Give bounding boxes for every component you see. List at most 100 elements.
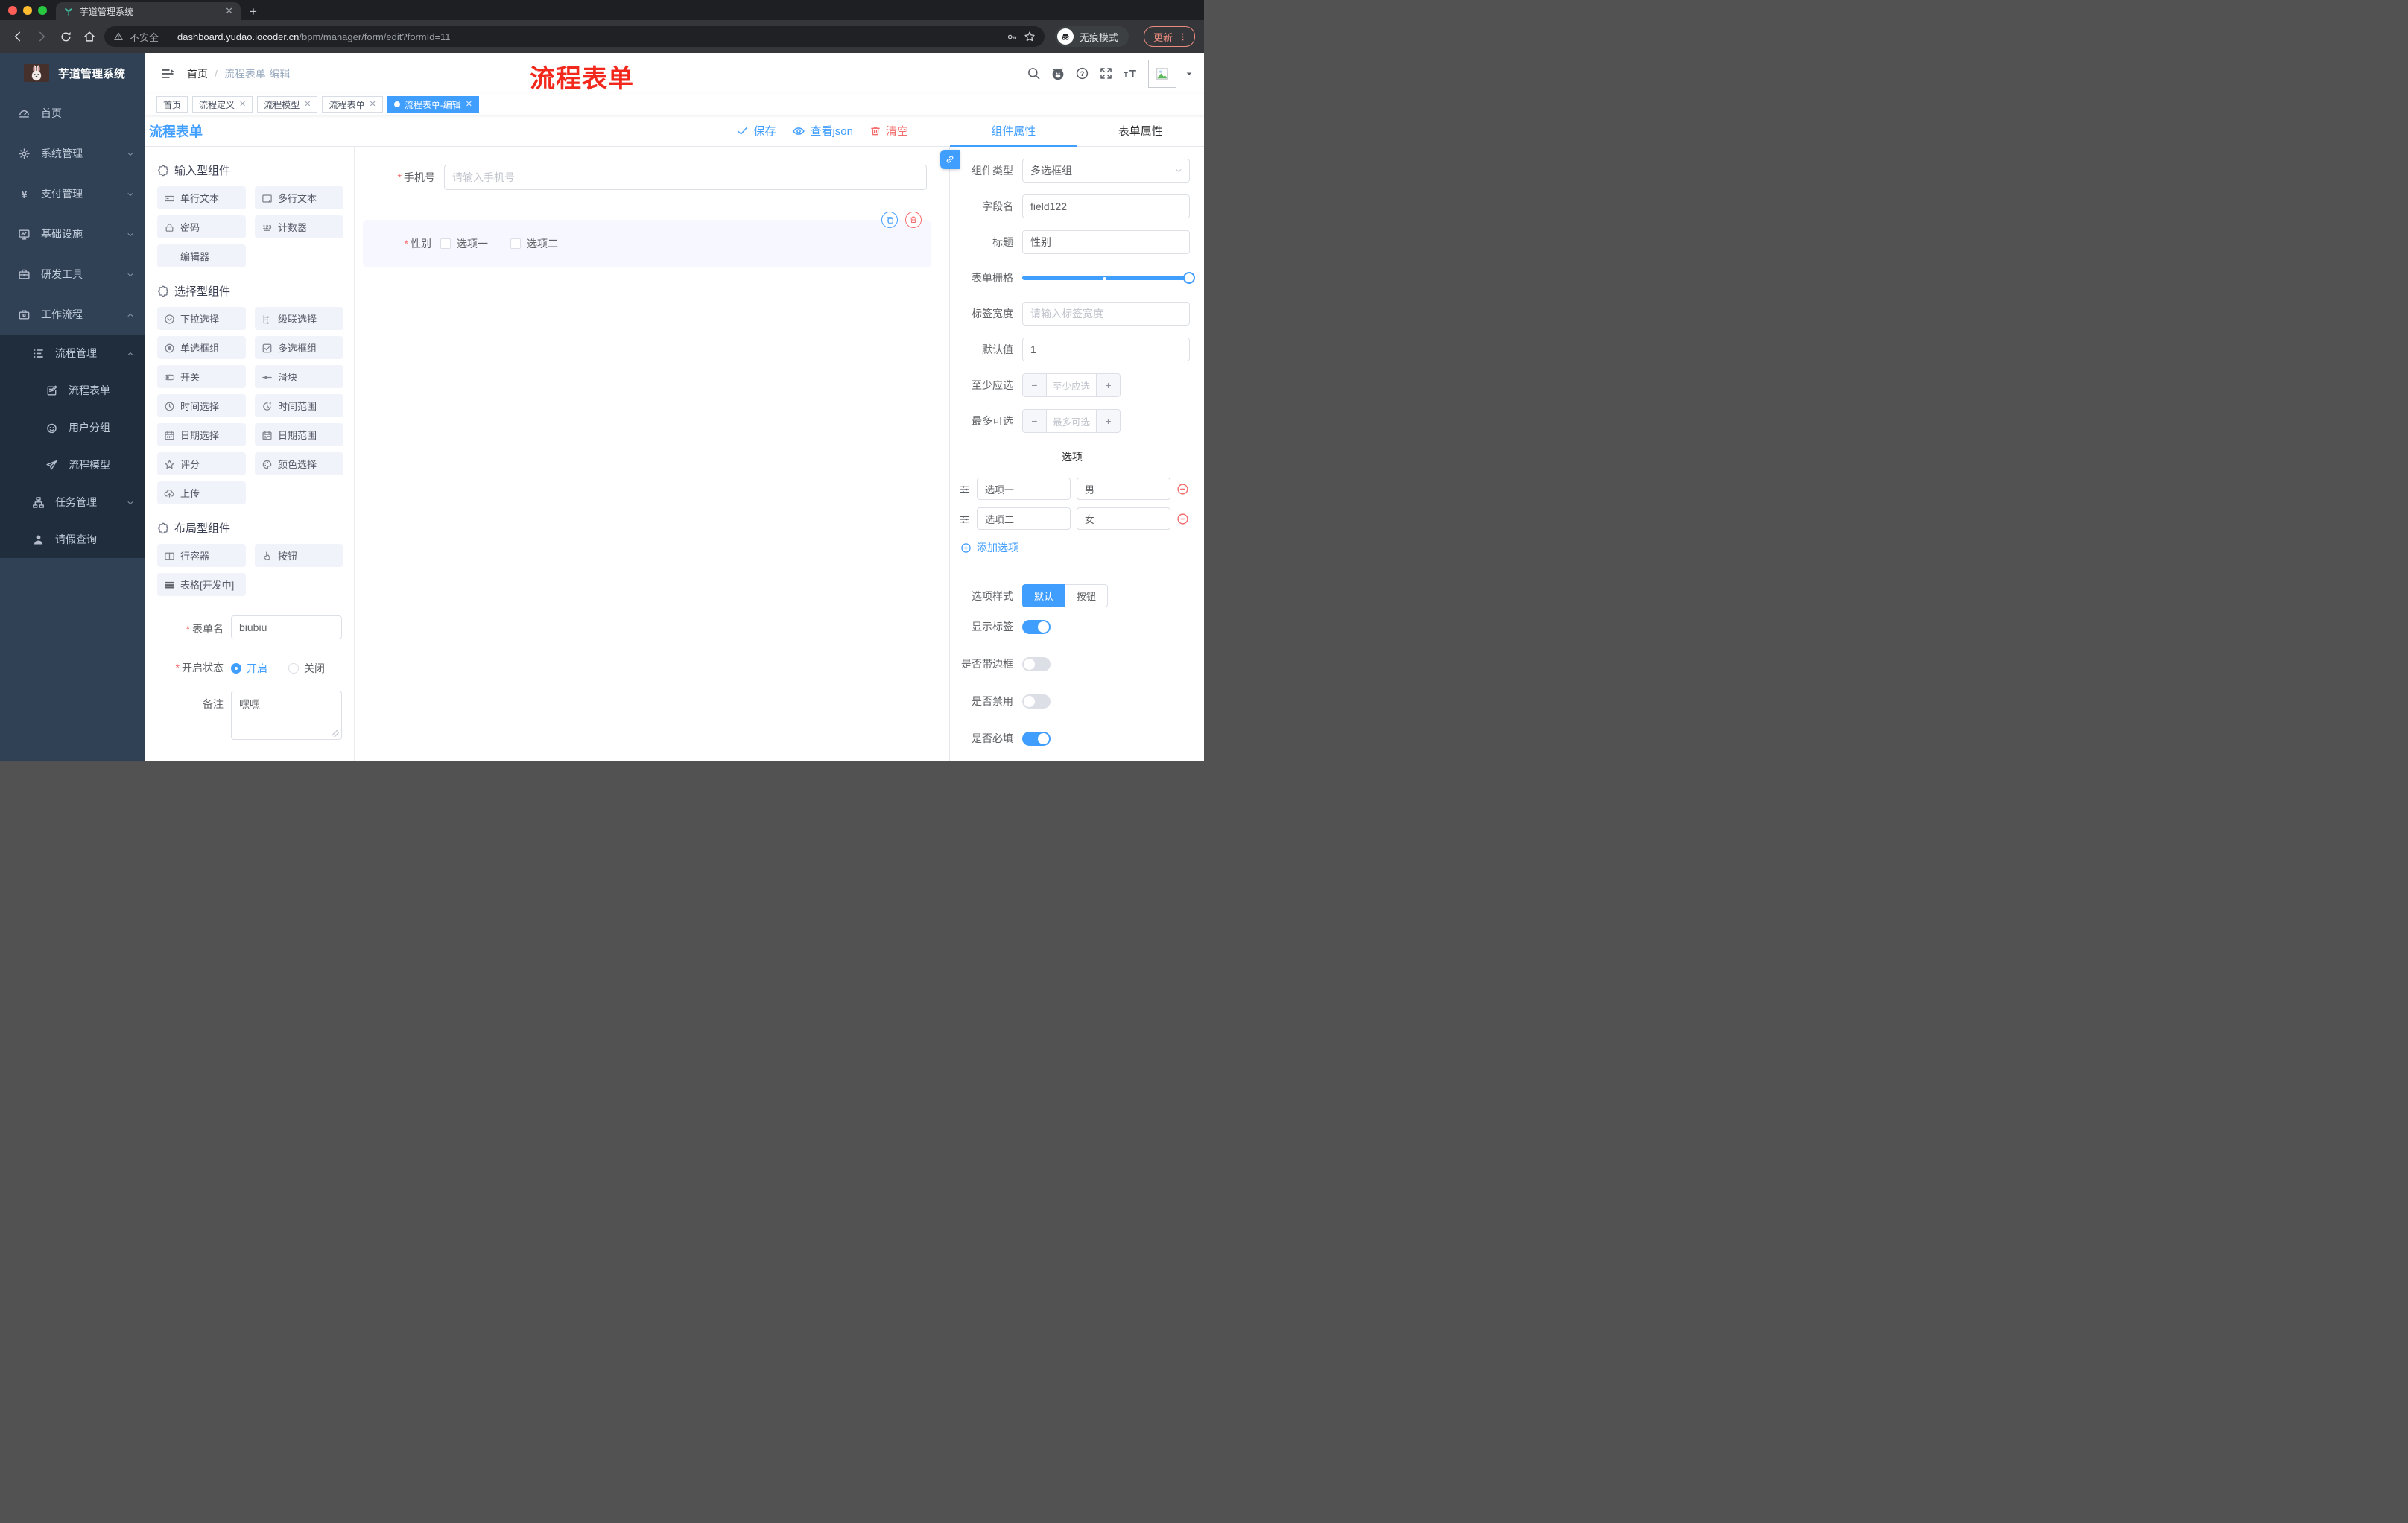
min-select-input[interactable]: 至少应选 bbox=[1047, 374, 1096, 396]
option-value-input[interactable]: 女 bbox=[1077, 507, 1170, 530]
component-下拉选择[interactable]: 下拉选择 bbox=[157, 307, 246, 330]
sidebar-item-流程管理[interactable]: 流程管理 bbox=[0, 335, 145, 372]
form-name-input[interactable]: biubiu bbox=[231, 615, 342, 639]
component-日期选择[interactable]: 日期选择 bbox=[157, 423, 246, 446]
github-icon[interactable] bbox=[1051, 66, 1065, 81]
sidebar-item-任务管理[interactable]: 任务管理 bbox=[0, 484, 145, 521]
component-单行文本[interactable]: 单行文本 bbox=[157, 186, 246, 209]
add-option-button[interactable]: 添加选项 bbox=[960, 540, 1190, 555]
drag-handle-icon[interactable] bbox=[959, 482, 971, 495]
component-评分[interactable]: 评分 bbox=[157, 452, 246, 475]
sidebar-item-工作流程[interactable]: 工作流程 bbox=[0, 294, 145, 335]
window-close-button[interactable] bbox=[8, 5, 17, 15]
fullscreen-icon[interactable] bbox=[1099, 66, 1113, 80]
option-label-input[interactable]: 选项二 bbox=[977, 507, 1071, 530]
gender-option-2-checkbox[interactable]: 选项二 bbox=[510, 236, 558, 251]
browser-update-button[interactable]: 更新 bbox=[1143, 26, 1195, 47]
hamburger-icon[interactable] bbox=[160, 66, 175, 81]
default-value-input[interactable]: 1 bbox=[1022, 338, 1190, 361]
component-计数器[interactable]: 123 计数器 bbox=[255, 215, 343, 238]
reload-button[interactable] bbox=[57, 28, 75, 45]
tag-close-icon[interactable]: ✕ bbox=[370, 100, 376, 109]
slider-handle[interactable] bbox=[1183, 272, 1195, 284]
forward-button[interactable] bbox=[33, 28, 51, 45]
link-collapse-tab[interactable] bbox=[940, 150, 960, 169]
search-icon[interactable] bbox=[1027, 66, 1041, 80]
breadcrumb-home[interactable]: 首页 bbox=[187, 66, 208, 81]
status-on-radio[interactable]: 开启 bbox=[231, 661, 267, 676]
component-时间范围[interactable]: 时间范围 bbox=[255, 394, 343, 417]
gender-field-block-selected[interactable]: * 性别 选项一 选项二 bbox=[363, 212, 931, 267]
toggle-是否禁用[interactable] bbox=[1022, 694, 1051, 709]
tab-close-icon[interactable]: ✕ bbox=[225, 5, 233, 17]
remove-option-button[interactable] bbox=[1176, 512, 1189, 525]
address-bar[interactable]: 不安全 dashboard.yudao.iocoder.cn/bpm/manag… bbox=[104, 26, 1045, 47]
option-value-input[interactable]: 男 bbox=[1077, 478, 1170, 500]
component-多行文本[interactable]: 多行文本 bbox=[255, 186, 343, 209]
user-avatar[interactable] bbox=[1148, 59, 1176, 88]
remove-option-button[interactable] bbox=[1176, 482, 1189, 495]
toggle-是否带边框[interactable] bbox=[1022, 656, 1051, 671]
toggle-显示标签[interactable] bbox=[1022, 619, 1051, 634]
form-grid-slider[interactable] bbox=[1022, 266, 1195, 290]
component-多选框组[interactable]: 多选框组 bbox=[255, 336, 343, 359]
tag-close-icon[interactable]: ✕ bbox=[239, 100, 246, 109]
sidebar-logo[interactable]: 芋道管理系统 bbox=[0, 53, 145, 93]
stepper-minus-button[interactable]: − bbox=[1023, 374, 1047, 396]
delete-field-button[interactable] bbox=[905, 212, 922, 228]
tag-close-icon[interactable]: ✕ bbox=[304, 100, 311, 109]
component-表格[开发中][interactable]: 表格[开发中] bbox=[157, 573, 246, 596]
component-开关[interactable]: 开关 bbox=[157, 365, 246, 388]
style-default-button[interactable]: 默认 bbox=[1022, 584, 1065, 607]
tag-流程模型[interactable]: 流程模型 ✕ bbox=[257, 96, 318, 113]
field-name-input[interactable]: field122 bbox=[1022, 194, 1190, 218]
copy-field-button[interactable] bbox=[881, 212, 898, 228]
component-密码[interactable]: 密码 bbox=[157, 215, 246, 238]
sidebar-item-流程模型[interactable]: 流程模型 bbox=[0, 446, 145, 484]
status-off-radio[interactable]: 关闭 bbox=[288, 661, 325, 676]
back-button[interactable] bbox=[9, 28, 27, 45]
clear-button[interactable]: 清空 bbox=[869, 123, 908, 139]
label-width-input[interactable]: 请输入标签宽度 bbox=[1022, 302, 1190, 326]
component-按钮[interactable]: 按钮 bbox=[255, 544, 343, 567]
sidebar-item-研发工具[interactable]: 研发工具 bbox=[0, 254, 145, 294]
tag-首页[interactable]: 首页 bbox=[156, 96, 188, 113]
component-滑块[interactable]: 滑块 bbox=[255, 365, 343, 388]
component-上传[interactable]: 上传 bbox=[157, 481, 246, 504]
bookmark-star-icon[interactable] bbox=[1024, 31, 1036, 42]
avatar-caret-icon[interactable] bbox=[1185, 69, 1194, 78]
home-button[interactable] bbox=[80, 28, 98, 45]
drag-handle-icon[interactable] bbox=[959, 512, 971, 525]
gender-option-1-checkbox[interactable]: 选项一 bbox=[440, 236, 488, 251]
tab-component-props[interactable]: 组件属性 bbox=[950, 115, 1077, 147]
password-key-icon[interactable] bbox=[1007, 31, 1018, 42]
tag-流程表单-编辑[interactable]: 流程表单-编辑 ✕ bbox=[387, 96, 479, 113]
tag-close-icon[interactable]: ✕ bbox=[466, 100, 472, 109]
phone-field-input[interactable]: 请输入手机号 bbox=[444, 165, 927, 190]
component-颜色选择[interactable]: 颜色选择 bbox=[255, 452, 343, 475]
component-行容器[interactable]: 行容器 bbox=[157, 544, 246, 567]
stepper-plus-button[interactable]: + bbox=[1096, 410, 1120, 432]
toggle-是否必填[interactable] bbox=[1022, 731, 1051, 746]
sidebar-item-基础设施[interactable]: 基础设施 bbox=[0, 214, 145, 254]
max-select-input[interactable]: 最多可选 bbox=[1047, 410, 1096, 432]
component-type-select[interactable]: 多选框组 bbox=[1022, 159, 1190, 183]
component-单选框组[interactable]: 单选框组 bbox=[157, 336, 246, 359]
sidebar-item-首页[interactable]: 首页 bbox=[0, 93, 145, 133]
view-json-button[interactable]: 查看json bbox=[792, 123, 853, 139]
sidebar-item-支付管理[interactable]: ¥ 支付管理 bbox=[0, 174, 145, 214]
sidebar-item-流程表单[interactable]: 流程表单 bbox=[0, 372, 145, 409]
browser-menu-icon[interactable] bbox=[1178, 32, 1188, 42]
stepper-plus-button[interactable]: + bbox=[1096, 374, 1120, 396]
stepper-minus-button[interactable]: − bbox=[1023, 410, 1047, 432]
sidebar-item-请假查询[interactable]: 请假查询 bbox=[0, 521, 145, 558]
title-input[interactable]: 性别 bbox=[1022, 230, 1190, 254]
new-tab-button[interactable]: + bbox=[250, 5, 257, 18]
browser-tab[interactable]: 芋道管理系统 ✕ bbox=[56, 2, 241, 20]
component-级联选择[interactable]: 级联选择 bbox=[255, 307, 343, 330]
window-zoom-button[interactable] bbox=[38, 5, 47, 15]
help-icon[interactable]: ? bbox=[1075, 66, 1089, 80]
font-size-icon[interactable]: TT bbox=[1123, 66, 1138, 80]
save-button[interactable]: 保存 bbox=[736, 123, 776, 139]
window-minimize-button[interactable] bbox=[23, 5, 32, 15]
